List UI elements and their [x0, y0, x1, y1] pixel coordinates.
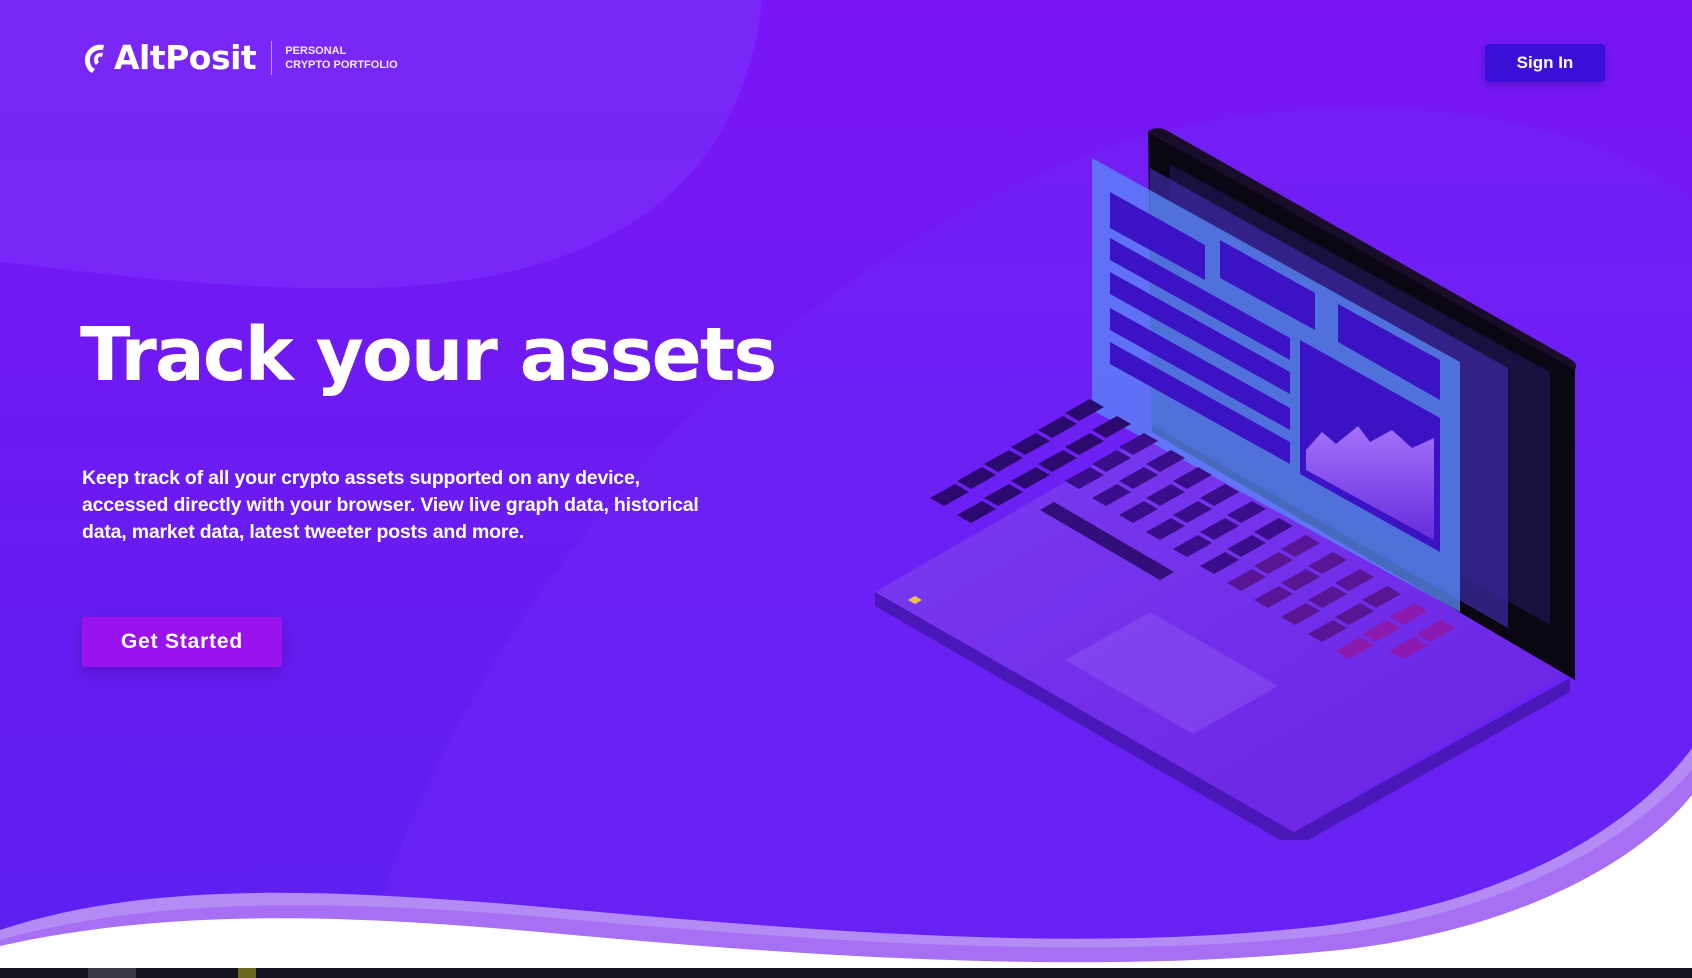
- brand-name: AltPosit: [114, 38, 257, 77]
- hero-headline: Track your assets: [80, 312, 777, 398]
- bottom-strip-block: [238, 968, 256, 978]
- altposit-logo-icon: [85, 44, 104, 73]
- bottom-strip: [0, 968, 1692, 978]
- laptop-dashboard-illustration: [875, 128, 1576, 840]
- get-started-button[interactable]: Get Started: [82, 617, 282, 667]
- logo-divider: [271, 41, 273, 75]
- bottom-strip-block: [88, 968, 136, 978]
- brand-logo[interactable]: AltPosit PERSONAL CRYPTO PORTFOLIO: [82, 38, 398, 78]
- hero-section: AltPosit PERSONAL CRYPTO PORTFOLIO Sign …: [0, 0, 1692, 978]
- brand-tagline: PERSONAL CRYPTO PORTFOLIO: [285, 44, 397, 72]
- brand-tagline-line1: PERSONAL: [285, 45, 347, 57]
- sign-in-button[interactable]: Sign In: [1485, 44, 1605, 82]
- brand-tagline-line2: CRYPTO PORTFOLIO: [285, 59, 398, 71]
- hero-description: Keep track of all your crypto assets sup…: [82, 467, 699, 543]
